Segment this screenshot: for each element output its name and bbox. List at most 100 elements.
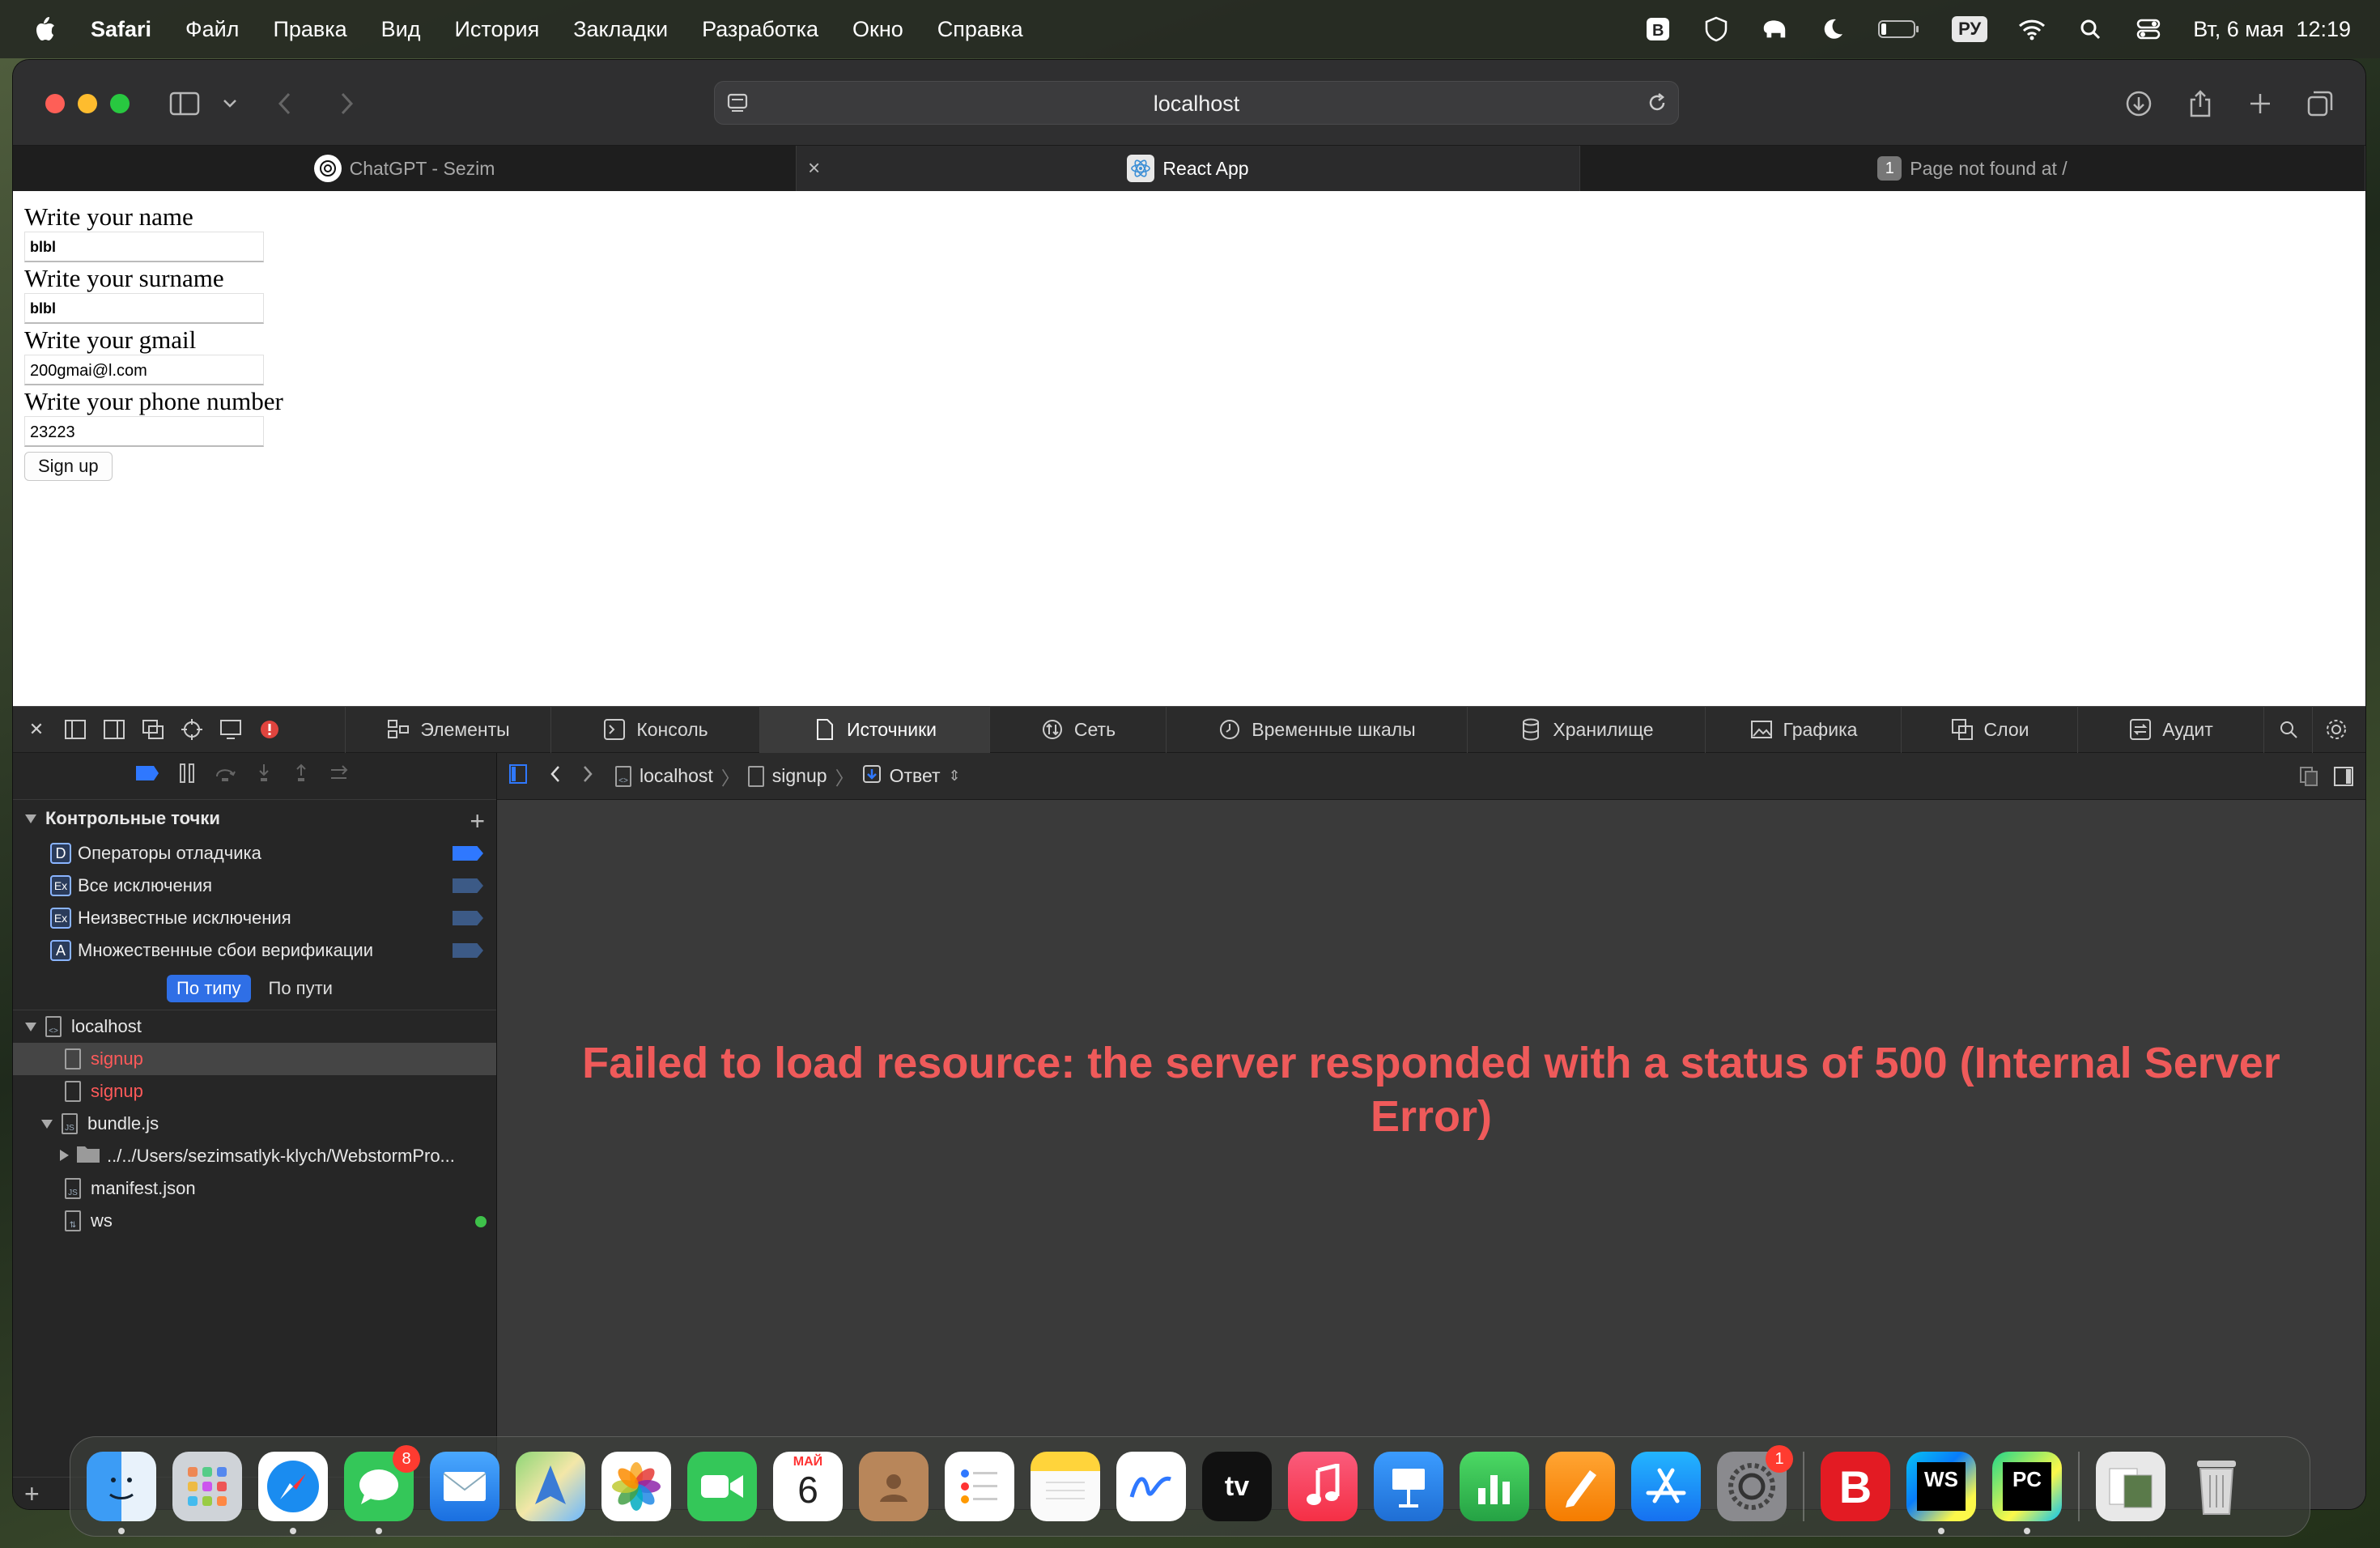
close-inspector-icon[interactable]: ✕ (24, 717, 49, 742)
share-icon[interactable] (2184, 87, 2216, 120)
finder-icon[interactable] (87, 1452, 156, 1534)
error-indicator-icon[interactable] (257, 717, 282, 742)
breakpoint-uncaught-exceptions[interactable]: Ex Неизвестные исключения (13, 902, 496, 934)
updown-chevron-icon[interactable]: ⇕ (949, 768, 961, 785)
breakpoint-disabled-flag-icon[interactable] (453, 878, 483, 893)
safari-icon[interactable] (258, 1452, 328, 1534)
add-breakpoint-icon[interactable]: + (470, 806, 485, 836)
tree-item-manifest-json[interactable]: JS manifest.json (13, 1172, 496, 1205)
forward-arrow-icon[interactable] (330, 87, 363, 120)
keyboard-layout-indicator[interactable]: РУ (1952, 16, 1988, 42)
menu-bookmarks[interactable]: Закладки (573, 17, 668, 42)
breakpoint-enabled-flag-icon[interactable] (453, 846, 483, 861)
tab-timelines[interactable]: Временные шкалы (1166, 706, 1467, 753)
tree-item-webstorm-folder[interactable]: ../../Users/sezimsatlyk-klych/WebstormPr… (13, 1140, 496, 1172)
pages-icon[interactable] (1545, 1452, 1615, 1521)
tree-item-websocket[interactable]: ⇅ ws (13, 1205, 496, 1237)
step-over-icon[interactable] (214, 763, 236, 789)
group-by-type-button[interactable]: По типу (167, 974, 251, 1002)
apple-tv-icon[interactable]: tv (1202, 1452, 1272, 1521)
disclosure-triangle-right-icon[interactable] (58, 1146, 70, 1167)
vpn-shield-icon[interactable] (1702, 15, 1730, 43)
menu-app-safari[interactable]: Safari (91, 17, 151, 42)
breakpoint-disabled-flag-icon[interactable] (453, 943, 483, 958)
tab-sources[interactable]: Источники (759, 706, 989, 753)
back-icon[interactable] (549, 764, 562, 789)
address-bar[interactable]: localhost (714, 81, 1679, 125)
element-picker-icon[interactable] (180, 717, 204, 742)
chevron-down-icon[interactable] (214, 87, 246, 120)
menu-history[interactable]: История (455, 17, 540, 42)
forward-icon[interactable] (581, 764, 594, 789)
bitdefender-icon[interactable]: B (1821, 1452, 1890, 1521)
disclosure-triangle-icon[interactable] (24, 1016, 37, 1037)
add-resource-icon[interactable]: + (24, 1479, 40, 1509)
menu-develop[interactable]: Разработка (702, 17, 818, 42)
menu-file[interactable]: Файл (185, 17, 239, 42)
dock-right-icon[interactable] (102, 717, 126, 742)
menu-help[interactable]: Справка (937, 17, 1023, 42)
apple-icon[interactable] (32, 15, 57, 43)
battery-icon[interactable] (1877, 15, 1921, 43)
detach-window-icon[interactable] (141, 717, 165, 742)
tab-chatgpt[interactable]: ChatGPT - Sezim (13, 146, 797, 191)
app-store-icon[interactable] (1631, 1452, 1701, 1521)
downloads-stack-icon[interactable] (2096, 1452, 2165, 1521)
tab-console[interactable]: Консоль (550, 706, 759, 753)
pycharm-icon[interactable]: PC (1992, 1452, 2062, 1534)
spotlight-search-icon[interactable] (2076, 15, 2104, 43)
elephant-icon[interactable] (1761, 15, 1788, 43)
tab-graphics[interactable]: Графика (1705, 706, 1901, 753)
tab-audit[interactable]: Аудит (2077, 706, 2263, 753)
details-sidebar-toggle-icon[interactable] (2333, 766, 2354, 792)
tree-item-localhost[interactable]: <> localhost (13, 1010, 496, 1043)
tab-network[interactable]: Сеть (989, 706, 1166, 753)
mail-icon[interactable] (430, 1452, 499, 1521)
focus-moon-icon[interactable] (1819, 15, 1847, 43)
reminders-icon[interactable] (945, 1452, 1014, 1521)
calendar-icon[interactable]: МАЙ 6 (773, 1452, 843, 1521)
pretty-print-icon[interactable] (2299, 766, 2318, 792)
messages-icon[interactable]: 8 (344, 1445, 420, 1534)
menu-view[interactable]: Вид (381, 17, 421, 42)
sidebar-toggle-icon[interactable] (508, 763, 528, 789)
keynote-icon[interactable] (1374, 1452, 1443, 1521)
tab-elements[interactable]: Элементы (345, 706, 550, 753)
breakpoint-disabled-flag-icon[interactable] (453, 911, 483, 925)
group-by-path-button[interactable]: По пути (259, 975, 342, 1002)
inspector-search-button[interactable] (2263, 706, 2312, 753)
device-settings-icon[interactable] (219, 717, 243, 742)
menu-edit[interactable]: Правка (273, 17, 346, 42)
breakpoints-section-header[interactable]: Контрольные точки + (13, 800, 496, 837)
disclosure-triangle-icon[interactable] (40, 1113, 53, 1134)
breakpoint-debugger-statements[interactable]: D Операторы отладчика (13, 837, 496, 870)
music-icon[interactable] (1288, 1452, 1358, 1521)
system-settings-icon[interactable]: 1 (1717, 1445, 1793, 1521)
pause-icon[interactable] (178, 763, 196, 789)
menu-window[interactable]: Окно (852, 17, 903, 42)
step-icon[interactable] (329, 763, 351, 789)
sign-up-button[interactable]: Sign up (24, 452, 113, 481)
back-arrow-icon[interactable] (269, 87, 301, 120)
step-into-icon[interactable] (254, 763, 274, 789)
inspector-settings-button[interactable] (2312, 706, 2359, 753)
tree-item-bundle-js[interactable]: JS bundle.js (13, 1108, 496, 1140)
breakpoint-all-exceptions[interactable]: Ex Все исключения (13, 870, 496, 902)
contacts-icon[interactable] (859, 1452, 929, 1521)
reload-icon[interactable] (1646, 91, 1668, 118)
launchpad-icon[interactable] (172, 1452, 242, 1521)
breadcrumb-host[interactable]: localhost (640, 765, 713, 787)
gmail-input[interactable]: 200gmai@l.com (24, 355, 264, 385)
tab-page-not-found[interactable]: 1 Page not found at / (1580, 146, 2365, 191)
breakpoints-toggle-icon[interactable] (134, 764, 160, 788)
webstorm-icon[interactable]: WS (1906, 1452, 1976, 1534)
numbers-icon[interactable] (1460, 1452, 1529, 1521)
trash-icon[interactable] (2182, 1452, 2251, 1521)
menubar-clock[interactable]: Вт, 6 мая 12:19 (2193, 17, 2351, 42)
response-mode-selector[interactable]: Ответ (890, 765, 941, 787)
tree-item-signup-selected[interactable]: signup (13, 1043, 496, 1075)
tree-item-signup[interactable]: signup (13, 1075, 496, 1108)
photos-icon[interactable] (601, 1452, 671, 1521)
breadcrumb-resource[interactable]: signup (772, 765, 827, 787)
tab-storage[interactable]: Хранилище (1467, 706, 1705, 753)
